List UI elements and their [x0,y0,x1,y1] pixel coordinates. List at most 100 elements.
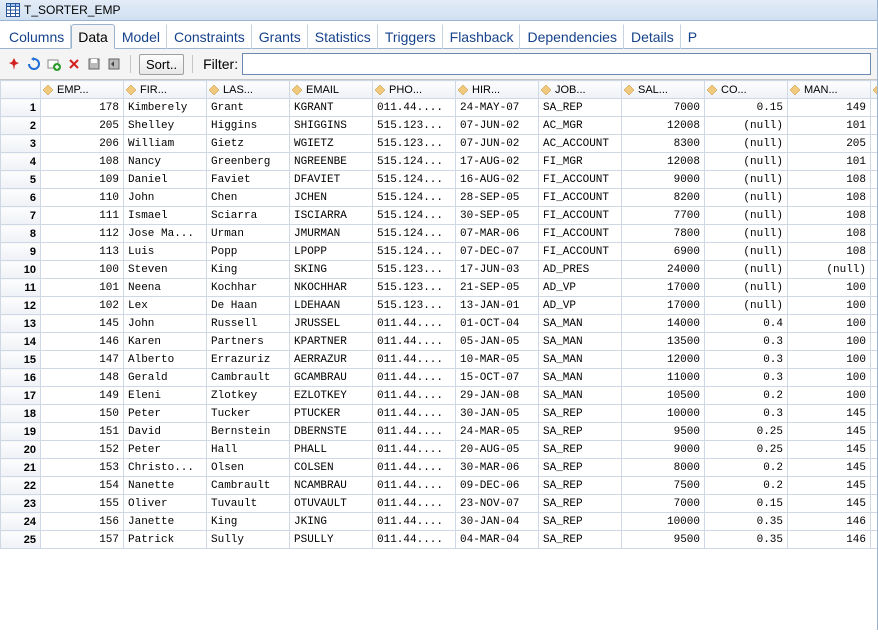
cell[interactable]: Nanette [124,477,207,495]
cell[interactable]: 24-MAY-07 [456,99,539,117]
cell[interactable]: 110 [871,117,878,135]
cell[interactable]: JRUSSEL [290,315,373,333]
cell[interactable]: 30-SEP-05 [456,207,539,225]
cell[interactable]: FI_ACCOUNT [539,171,622,189]
cell[interactable]: Errazuriz [207,351,290,369]
cell[interactable]: 13500 [622,333,705,351]
cell[interactable]: 0.2 [705,387,788,405]
cell[interactable]: 80 [871,513,878,531]
cell[interactable]: John [124,315,207,333]
refresh-icon[interactable] [26,56,42,72]
cell[interactable]: FI_MGR [539,153,622,171]
cell[interactable]: 12000 [622,351,705,369]
cell[interactable]: (null) [788,261,871,279]
cell[interactable]: Popp [207,243,290,261]
tab-dependencies[interactable]: Dependencies [520,24,624,49]
cell[interactable]: WGIETZ [290,135,373,153]
cell[interactable]: 100 [788,387,871,405]
cell[interactable]: 10000 [622,405,705,423]
cell[interactable]: 80 [871,315,878,333]
cell[interactable]: 100 [871,225,878,243]
cell[interactable]: (null) [705,243,788,261]
column-header[interactable]: CO... [705,81,788,99]
table-row[interactable]: 10100StevenKingSKING515.123...17-JUN-03A… [1,261,878,279]
cell[interactable]: AD_VP [539,297,622,315]
cell[interactable]: 100 [41,261,124,279]
cell[interactable]: 30-JAN-05 [456,405,539,423]
cell[interactable]: Lex [124,297,207,315]
cell[interactable]: Greenberg [207,153,290,171]
data-grid[interactable]: EMP...FIR...LAS...EMAILPHO...HIR...JOB..… [0,80,877,636]
cell[interactable]: (null) [705,117,788,135]
cell[interactable]: 12008 [622,153,705,171]
cell[interactable]: Eleni [124,387,207,405]
tab-data[interactable]: Data [71,24,115,49]
cell[interactable]: 011.44.... [373,99,456,117]
cell[interactable]: AC_MGR [539,117,622,135]
cell[interactable]: SA_REP [539,495,622,513]
cell[interactable]: 148 [41,369,124,387]
cell[interactable]: 100 [871,153,878,171]
cell[interactable]: LDEHAAN [290,297,373,315]
table-row[interactable]: 12102LexDe HaanLDEHAAN515.123...13-JAN-0… [1,297,878,315]
cell[interactable]: (null) [705,225,788,243]
cell[interactable]: JCHEN [290,189,373,207]
cell[interactable]: 8300 [622,135,705,153]
cell[interactable]: (null) [705,297,788,315]
cell[interactable]: 80 [871,387,878,405]
cell[interactable]: Kochhar [207,279,290,297]
cell[interactable]: Hall [207,441,290,459]
cell[interactable]: (null) [705,189,788,207]
column-header[interactable]: SAL... [622,81,705,99]
cell[interactable]: 01-OCT-04 [456,315,539,333]
table-row[interactable]: 17149EleniZlotkeyEZLOTKEY011.44....29-JA… [1,387,878,405]
cell[interactable]: 7000 [622,495,705,513]
tab-statistics[interactable]: Statistics [308,24,378,49]
cell[interactable]: NKOCHHAR [290,279,373,297]
cell[interactable]: Peter [124,441,207,459]
cell[interactable]: SA_MAN [539,351,622,369]
cell[interactable]: 100 [788,333,871,351]
cell[interactable]: OTUVAULT [290,495,373,513]
cell[interactable]: 515.123... [373,135,456,153]
cell[interactable]: 7700 [622,207,705,225]
cell[interactable]: 151 [41,423,124,441]
cell[interactable]: 205 [41,117,124,135]
cell[interactable]: 0.35 [705,531,788,549]
column-header[interactable]: JOB... [539,81,622,99]
cell[interactable]: FI_ACCOUNT [539,189,622,207]
cell[interactable]: David [124,423,207,441]
cell[interactable]: Zlotkey [207,387,290,405]
table-row[interactable]: 21153Christo...OlsenCOLSEN011.44....30-M… [1,459,878,477]
cell[interactable]: SA_REP [539,531,622,549]
cell[interactable]: 100 [788,369,871,387]
cell[interactable]: 8200 [622,189,705,207]
cell[interactable]: William [124,135,207,153]
cell[interactable]: 011.44.... [373,315,456,333]
cell[interactable]: AD_VP [539,279,622,297]
cell[interactable]: 16-AUG-02 [456,171,539,189]
cell[interactable]: 515.124... [373,153,456,171]
cell[interactable]: NCAMBRAU [290,477,373,495]
cell[interactable]: 80 [871,495,878,513]
table-row[interactable]: 7111IsmaelSciarraISCIARRA515.124...30-SE… [1,207,878,225]
tab-model[interactable]: Model [115,24,167,49]
cell[interactable]: Nancy [124,153,207,171]
cell[interactable]: 28-SEP-05 [456,189,539,207]
cell[interactable]: 07-JUN-02 [456,135,539,153]
cell[interactable]: KPARTNER [290,333,373,351]
column-header[interactable]: MAN... [788,81,871,99]
cell[interactable]: 146 [788,513,871,531]
cell[interactable]: 29-JAN-08 [456,387,539,405]
cell[interactable]: 011.44.... [373,333,456,351]
cell[interactable]: 150 [41,405,124,423]
cell[interactable]: 011.44.... [373,531,456,549]
cell[interactable]: 110 [41,189,124,207]
cell[interactable]: 0.2 [705,477,788,495]
table-row[interactable]: 1178KimberelyGrantKGRANT011.44....24-MAY… [1,99,878,117]
cell[interactable]: Gerald [124,369,207,387]
column-header[interactable]: HIR... [456,81,539,99]
table-row[interactable]: 20152PeterHallPHALL011.44....20-AUG-05SA… [1,441,878,459]
tab-details[interactable]: Details [624,24,681,49]
tab-columns[interactable]: Columns [2,24,71,49]
